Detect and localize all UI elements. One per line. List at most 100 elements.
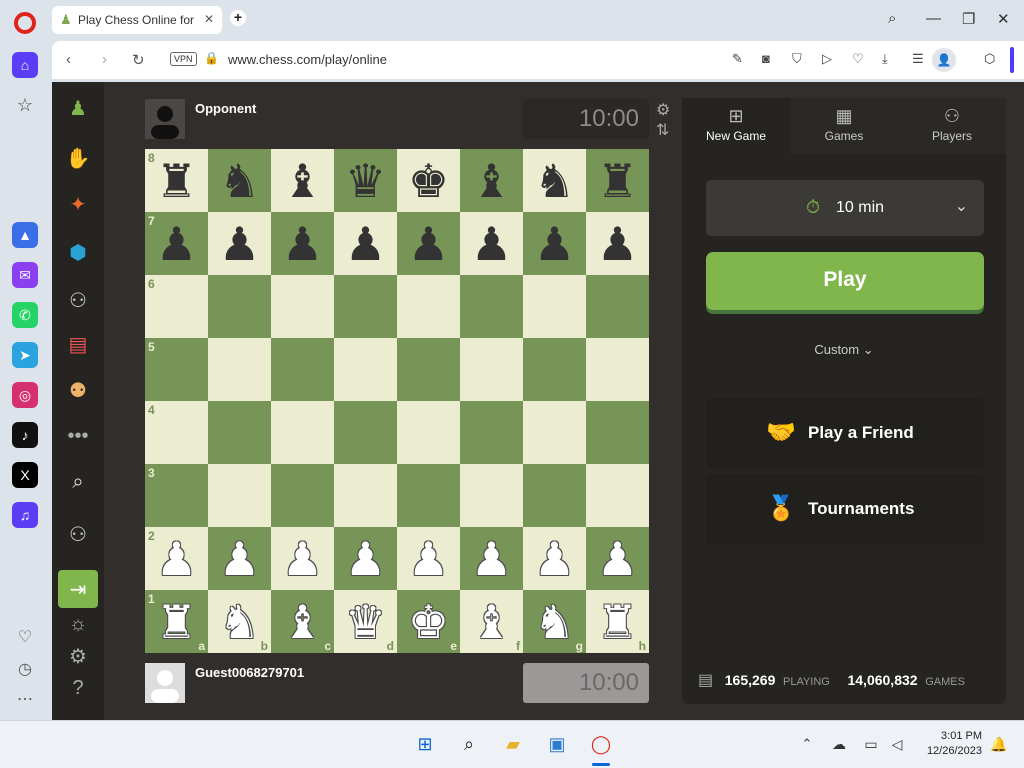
black-pawn-icon[interactable]: ♟ [597,221,638,267]
black-pawn-icon[interactable]: ♟ [408,221,449,267]
social-icon[interactable]: ⚉ [64,376,92,404]
white-pawn-icon[interactable]: ♟ [408,536,449,582]
square-c7[interactable]: ♟ [271,212,334,275]
black-pawn-icon[interactable]: ♟ [156,221,197,267]
opera-logo-icon[interactable] [14,12,36,34]
square-e4[interactable] [397,401,460,464]
learn-icon[interactable]: ⬢ [64,238,92,266]
settings-icon[interactable]: ⚙ [64,642,92,670]
square-g2[interactable]: ♟ [523,527,586,590]
browser-tab[interactable]: ♟ Play Chess Online for ✕ [52,6,222,34]
square-c1[interactable]: c ♝ [271,590,334,653]
square-d3[interactable] [334,464,397,527]
play-button[interactable]: Play [706,252,984,310]
forward-icon[interactable]: › [102,51,107,68]
square-d7[interactable]: ♟ [334,212,397,275]
square-h8[interactable]: ♜ [586,149,649,212]
square-b7[interactable]: ♟ [208,212,271,275]
black-pawn-icon[interactable]: ♟ [471,221,512,267]
square-f3[interactable] [460,464,523,527]
network-icon[interactable]: ▭ [858,731,884,757]
add-user-icon[interactable]: ⚇ [64,520,92,548]
restore-icon[interactable]: ❐ [962,10,975,28]
download-icon[interactable]: ⤓ [882,51,888,67]
black-pawn-icon[interactable]: ♟ [534,221,575,267]
black-pawn-icon[interactable]: ♟ [282,221,323,267]
whatsapp-icon[interactable]: ✆ [12,302,38,328]
square-b2[interactable]: ♟ [208,527,271,590]
search-tabs-icon[interactable]: ⌕ [888,10,896,27]
square-b6[interactable] [208,275,271,338]
back-icon[interactable]: ‹ [66,51,71,68]
white-pawn-icon[interactable]: ♟ [597,536,638,582]
white-pawn-icon[interactable]: ♟ [471,536,512,582]
url-field[interactable]: www.chess.com/play/online [228,52,387,67]
square-b8[interactable]: ♞ [208,149,271,212]
tab-players[interactable]: ⚇ Players [898,98,1006,154]
x-icon[interactable]: X [12,462,38,488]
lock-icon[interactable]: 🔒 [204,51,219,65]
onedrive-icon[interactable]: ☁ [826,731,852,757]
black-pawn-icon[interactable]: ♟ [219,221,260,267]
white-bishop-icon[interactable]: ♝ [471,599,512,645]
square-f4[interactable] [460,401,523,464]
white-queen-icon[interactable]: ♛ [345,599,386,645]
black-queen-icon[interactable]: ♛ [345,158,386,204]
more-icon[interactable]: ••• [64,422,92,450]
square-c4[interactable] [271,401,334,464]
square-e6[interactable] [397,275,460,338]
white-pawn-icon[interactable]: ♟ [282,536,323,582]
aria-app-icon[interactable]: ▲ [12,222,38,248]
white-knight-icon[interactable]: ♞ [219,599,260,645]
square-g4[interactable] [523,401,586,464]
black-knight-icon[interactable]: ♞ [219,158,260,204]
flip-board-icon[interactable]: ⇅ [656,120,670,140]
notification-bell-icon[interactable]: 🔔 [986,731,1012,757]
square-f5[interactable] [460,338,523,401]
opera-taskbar-icon[interactable]: ◯ [588,731,614,757]
time-control-select[interactable]: ⏱ 10 min ⌄ [706,180,984,236]
square-e3[interactable] [397,464,460,527]
puzzles-icon[interactable]: ✦ [64,190,92,218]
white-pawn-icon[interactable]: ♟ [345,536,386,582]
square-e7[interactable]: ♟ [397,212,460,275]
white-king-icon[interactable]: ♚ [408,599,449,645]
square-d4[interactable] [334,401,397,464]
history-icon[interactable]: ◷ [12,656,38,682]
square-a2[interactable]: 2 ♟ [145,527,208,590]
black-rook-icon[interactable]: ♜ [156,158,197,204]
chevron-up-icon[interactable]: ⌃ [794,731,820,757]
home-icon[interactable]: ⌂ [12,52,38,78]
chess-board[interactable]: 8 ♜ ♞ ♝ ♛ ♚ ♝ ♞ ♜ 7 ♟ ♟ ♟ ♟ ♟ ♟ ♟ ♟ 6 5 4 3 2 ♟ ♟ ♟ ♟ ♟ ♟ ♟ ♟ 1 a ♜ b ♞ c ♝ d ♛… [145,149,649,653]
white-pawn-icon[interactable]: ♟ [219,536,260,582]
white-knight-icon[interactable]: ♞ [534,599,575,645]
square-g6[interactable] [523,275,586,338]
telegram-icon[interactable]: ➤ [12,342,38,368]
white-rook-icon[interactable]: ♜ [597,599,638,645]
white-pawn-icon[interactable]: ♟ [534,536,575,582]
square-g1[interactable]: g ♞ [523,590,586,653]
square-a6[interactable]: 6 [145,275,208,338]
square-d5[interactable] [334,338,397,401]
square-e2[interactable]: ♟ [397,527,460,590]
help-icon[interactable]: ? [64,674,92,702]
square-c6[interactable] [271,275,334,338]
square-a7[interactable]: 7 ♟ [145,212,208,275]
square-d6[interactable] [334,275,397,338]
square-h4[interactable] [586,401,649,464]
black-rook-icon[interactable]: ♜ [597,158,638,204]
square-f1[interactable]: f ♝ [460,590,523,653]
square-g7[interactable]: ♟ [523,212,586,275]
square-a5[interactable]: 5 [145,338,208,401]
black-bishop-icon[interactable]: ♝ [471,158,512,204]
square-a1[interactable]: 1 a ♜ [145,590,208,653]
square-c3[interactable] [271,464,334,527]
square-c2[interactable]: ♟ [271,527,334,590]
extensions-icon[interactable]: ⬡ [984,51,995,67]
square-g3[interactable] [523,464,586,527]
reload-icon[interactable]: ↻ [132,51,145,69]
square-f2[interactable]: ♟ [460,527,523,590]
square-c5[interactable] [271,338,334,401]
windows-start-icon[interactable]: ⊞ [412,731,438,757]
watch-icon[interactable]: ⚇ [64,286,92,314]
